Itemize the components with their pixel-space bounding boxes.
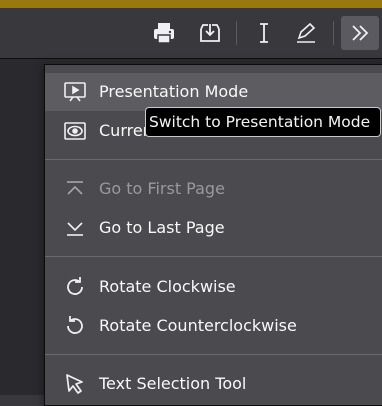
menu-item-rotate-cw[interactable]: Rotate Clockwise <box>45 268 382 306</box>
menu-item-label: Go to Last Page <box>99 218 225 237</box>
text-cursor-icon <box>260 23 268 43</box>
toolbar-separator <box>333 21 334 45</box>
print-button[interactable] <box>146 16 182 50</box>
pointer-cursor-icon <box>66 374 83 394</box>
menu-item-label: Text Selection Tool <box>99 374 247 393</box>
rotate-ccw-icon <box>67 316 83 334</box>
save-button[interactable] <box>192 16 228 50</box>
toolbar-separator <box>236 21 237 45</box>
menu-item-label: Rotate Clockwise <box>99 277 236 296</box>
eye-icon <box>64 122 86 140</box>
last-page-icon <box>67 222 83 236</box>
menu-separator <box>45 354 382 355</box>
toolbar <box>0 8 382 59</box>
menu-separator <box>45 159 382 160</box>
tools-menu-button[interactable] <box>341 16 379 50</box>
text-tool-button[interactable] <box>246 16 282 50</box>
draw-button[interactable] <box>288 16 324 50</box>
menu-item-first-page[interactable]: Go to First Page <box>45 170 382 208</box>
first-page-icon <box>67 181 83 195</box>
menu-item-last-page[interactable]: Go to Last Page <box>45 209 382 247</box>
menu-item-label: Presentation Mode <box>99 82 249 101</box>
download-icon <box>200 24 220 42</box>
menu-item-rotate-ccw[interactable]: Rotate Counterclockwise <box>45 307 382 345</box>
presentation-icon <box>64 82 86 102</box>
pencil-icon <box>297 22 316 43</box>
print-icon <box>154 23 174 44</box>
menu-separator <box>45 256 382 257</box>
double-chevron-right-icon <box>352 25 369 41</box>
menu-item-label: Go to First Page <box>99 179 225 198</box>
menu-item-presentation-mode[interactable]: Presentation Mode <box>45 73 382 111</box>
rotate-cw-icon <box>67 277 83 295</box>
menu-item-label: Rotate Counterclockwise <box>99 316 297 335</box>
menu-item-text-selection[interactable]: Text Selection Tool <box>45 365 382 403</box>
tooltip: Switch to Presentation Mode <box>145 107 381 137</box>
accent-bar <box>0 0 382 8</box>
